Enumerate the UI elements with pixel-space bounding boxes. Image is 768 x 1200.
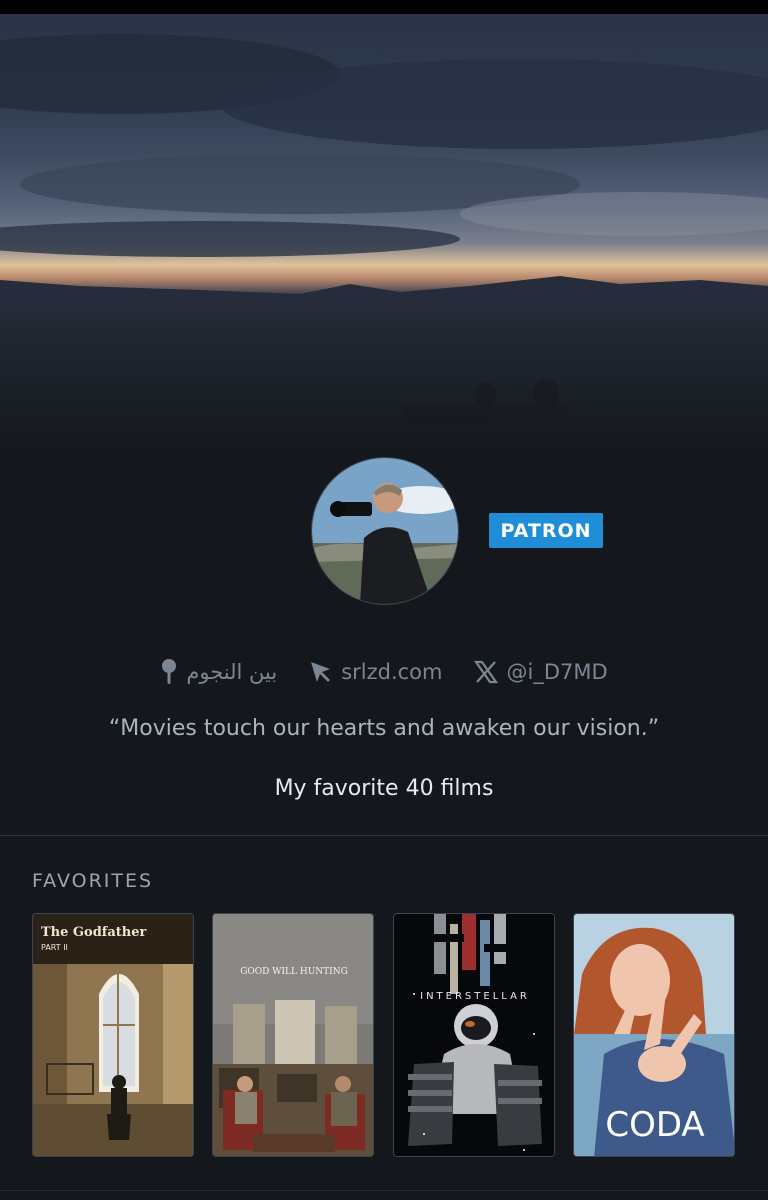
gwh-title-text: GOOD WILL HUNTING [240, 967, 348, 977]
website-link[interactable]: srlzd.com [309, 660, 442, 684]
twitter-text: @i_D7MD [506, 660, 608, 684]
profile-bio: “Movies touch our hearts and awaken our … [108, 716, 660, 741]
favorites-title: FAVORITES [32, 870, 154, 892]
profile-meta: بين النجوم srlzd.com @i_D7MD [0, 654, 768, 690]
profile-backdrop [0, 14, 768, 454]
avatar[interactable] [311, 457, 459, 605]
interstellar-title-text: INTERSTELLAR [420, 991, 530, 1002]
coda-title-text: CODA [605, 1105, 704, 1145]
cursor-arrow-icon [309, 660, 333, 684]
status-bar [0, 0, 768, 14]
section-divider [0, 835, 768, 836]
location-item: بين النجوم [160, 658, 277, 686]
favorite-poster-coda[interactable]: CODA [573, 913, 735, 1157]
patron-badge: PATRON [489, 513, 603, 548]
bottom-divider [0, 1190, 768, 1191]
favorite-poster-interstellar[interactable]: INTERSTELLAR [393, 913, 555, 1157]
favorite-poster-good-will-hunting[interactable]: GOOD WILL HUNTING [212, 913, 374, 1157]
twitter-link[interactable]: @i_D7MD [474, 660, 608, 684]
x-logo-icon [474, 660, 499, 684]
godfather-part-text: PART II [41, 943, 68, 952]
location-text: بين النجوم [186, 660, 278, 684]
profile-subline: My favorite 40 films [274, 776, 494, 801]
favorite-poster-godfather[interactable]: The Godfather PART II [32, 913, 194, 1157]
map-pin-icon [160, 658, 178, 686]
website-text: srlzd.com [341, 660, 443, 684]
godfather-title-text: The Godfather [41, 925, 147, 940]
